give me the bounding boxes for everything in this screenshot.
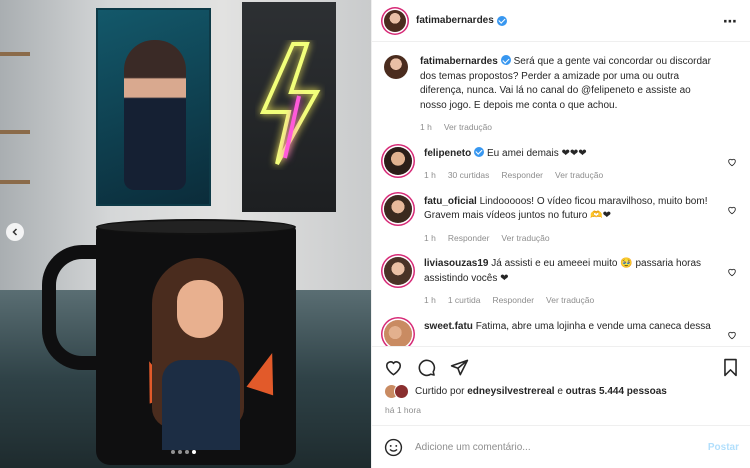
reply-button[interactable]: Responder — [448, 231, 490, 246]
likes-user[interactable]: edneysilvestrereal — [467, 386, 554, 397]
comment: felipeneto Eu amei demais ❤❤❤ 1 h 30 cur… — [384, 146, 739, 183]
comment-text: Fatima, abre uma lojinha e vende uma can… — [475, 320, 711, 332]
shelf — [0, 52, 30, 56]
carousel-dot-active — [192, 450, 196, 454]
add-comment-bar: Adicione um comentário... Postar — [372, 425, 750, 468]
author-username[interactable]: fatimabernardes — [416, 15, 494, 26]
comment-icon[interactable] — [417, 358, 436, 377]
caption: fatimabernardes Será que a gente vai con… — [384, 55, 739, 135]
comment: fatu_oficial Lindooooos! O vídeo ficou m… — [384, 194, 739, 246]
commenter-avatar[interactable] — [384, 194, 412, 223]
carousel-dot — [171, 450, 175, 454]
comment-time: 1 h — [424, 170, 436, 180]
see-translation-link[interactable]: Ver tradução — [555, 168, 603, 183]
comment-username[interactable]: fatu_oficial — [424, 196, 477, 207]
caption-username[interactable]: fatimabernardes — [420, 56, 498, 67]
comment-input[interactable]: Adicione um comentário... — [415, 442, 708, 453]
neon-bolt — [259, 42, 321, 165]
bookmark-icon[interactable] — [722, 358, 739, 377]
action-bar — [372, 346, 750, 388]
reply-button[interactable]: Responder — [501, 168, 543, 183]
emoji-icon[interactable] — [384, 438, 403, 457]
caption-time: 1 h — [420, 122, 432, 132]
comment: sweet.fatu Fatima, abre uma lojinha e ve… — [384, 319, 739, 346]
likes-joiner: e — [557, 386, 563, 397]
carousel-dot — [178, 450, 182, 454]
carousel-dot — [185, 450, 189, 454]
more-options-icon[interactable]: ⋯ — [723, 14, 738, 28]
comment: liviasouzas19 Já assisti e eu ameeei mui… — [384, 257, 739, 308]
comment-time: 1 h — [424, 295, 436, 305]
illustration-body — [162, 360, 240, 450]
see-translation-link[interactable]: Ver tradução — [501, 231, 549, 246]
like-comment-icon[interactable] — [727, 205, 737, 215]
post-comment-button[interactable]: Postar — [708, 442, 739, 453]
commenter-avatar[interactable] — [384, 257, 412, 285]
shelf — [0, 180, 30, 184]
verified-icon — [500, 55, 511, 65]
liker-avatar — [394, 384, 409, 399]
comment-likes[interactable]: 1 curtida — [448, 293, 481, 308]
share-icon[interactable] — [450, 358, 469, 377]
comment-likes[interactable]: 30 curtidas — [448, 168, 490, 183]
chevron-left-icon — [12, 228, 18, 236]
illustration-face — [177, 280, 223, 338]
liker-avatars — [384, 384, 409, 399]
verified-icon — [496, 15, 507, 26]
likes-prefix: Curtido por — [415, 386, 465, 397]
author-avatar[interactable] — [384, 55, 408, 79]
carousel-indicator — [171, 450, 196, 454]
comment-username[interactable]: liviasouzas19 — [424, 258, 488, 269]
comment-text: Eu amei demais ❤❤❤ — [487, 147, 587, 159]
see-translation-link[interactable]: Ver tradução — [546, 293, 594, 308]
mug-rim — [96, 219, 296, 235]
comment-username[interactable]: felipeneto — [424, 148, 471, 159]
comments-list[interactable]: fatimabernardes Será que a gente vai con… — [372, 43, 750, 346]
comment-time: 1 h — [424, 232, 436, 243]
like-comment-icon[interactable] — [727, 330, 737, 340]
see-translation-link[interactable]: Ver tradução — [444, 120, 492, 135]
post-header: fatimabernardes ⋯ — [372, 0, 750, 42]
post-time: há 1 hora — [385, 405, 421, 415]
likes-summary: Curtido por edneysilvestrereal e outras … — [384, 384, 667, 399]
post-panel: fatimabernardes ⋯ fatimabernardes Será q… — [371, 0, 750, 468]
post-image[interactable] — [0, 0, 371, 468]
like-comment-icon[interactable] — [727, 267, 737, 277]
verified-icon — [474, 146, 485, 157]
commenter-avatar[interactable] — [384, 319, 412, 346]
tv-screen — [96, 8, 211, 206]
like-heart-icon[interactable] — [384, 358, 403, 377]
previous-image-button[interactable] — [6, 223, 24, 241]
shelf — [0, 130, 30, 134]
comment-username[interactable]: sweet.fatu — [424, 321, 473, 332]
commenter-avatar[interactable] — [384, 146, 412, 175]
author-avatar[interactable] — [384, 9, 406, 32]
reply-button[interactable]: Responder — [492, 293, 534, 308]
like-comment-icon[interactable] — [727, 157, 737, 167]
likes-others[interactable]: outras 5.444 pessoas — [566, 386, 667, 397]
